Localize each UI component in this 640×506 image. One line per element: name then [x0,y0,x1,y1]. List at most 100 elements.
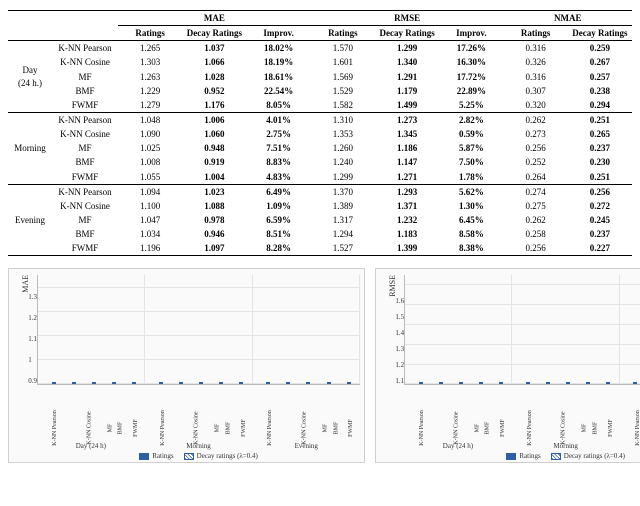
value-cell: 1.570 [311,41,375,56]
value-cell: 0.262 [504,213,568,227]
value-cell: 1.527 [311,241,375,256]
value-cell: 8.28% [247,241,311,256]
value-cell: 1.299 [375,41,439,56]
value-cell: 8.05% [247,98,311,113]
bar-pair [596,382,616,384]
value-cell: 1.345 [375,127,439,141]
value-cell: 2.75% [247,127,311,141]
bar-pair [556,382,576,384]
metric-group-header: RMSE [311,11,504,26]
y-tick: 1.2 [28,314,37,322]
bar-pair [488,382,508,384]
value-cell: 0.256 [568,184,632,199]
y-tick: 1.4 [395,329,404,337]
bar-decay-ratings [159,382,163,384]
value-cell: 7.51% [247,141,311,155]
x-tick-label: K-NN Pearson [409,411,435,447]
value-cell: 0.259 [568,41,632,56]
value-cell: 18.02% [247,41,311,56]
algorithm-label: K-NN Cosine [52,55,118,69]
value-cell: 1.186 [375,141,439,155]
value-cell: 1.09% [247,199,311,213]
value-cell: 8.83% [247,155,311,169]
bar-pair [623,382,640,384]
x-tick-label: FWMF [123,420,149,438]
bar-pair [276,382,296,384]
bar-decay-ratings [92,382,96,384]
value-cell: 1.004 [182,170,246,185]
bar-decay-ratings [132,382,136,384]
chart-legend: RatingsDecay ratings (λ=0.4) [382,450,640,460]
value-cell: 1.260 [311,141,375,155]
value-cell: 1.299 [311,170,375,185]
value-cell: 1.240 [311,155,375,169]
algorithm-label: BMF [52,155,118,169]
algorithm-label: MF [52,70,118,84]
value-cell: 0.59% [439,127,503,141]
algorithm-label: FWMF [52,98,118,113]
bar-decay-ratings [419,382,423,384]
value-cell: 0.256 [504,241,568,256]
bar-decay-ratings [219,382,223,384]
bar-decay-ratings [546,382,550,384]
y-axis-label: MAE [21,275,30,293]
value-cell: 0.919 [182,155,246,169]
legend-swatch-solid [139,453,149,460]
bar-pair [41,382,61,384]
value-cell: 1.196 [118,241,182,256]
value-cell: 1.183 [375,227,439,241]
value-cell: 8.58% [439,227,503,241]
bar-pair [229,382,249,384]
value-cell: 22.54% [247,84,311,98]
legend-label: Decay ratings (λ=0.4) [564,452,625,460]
value-cell: 1.100 [118,199,182,213]
sub-header: Ratings [504,26,568,41]
value-cell: 1.78% [439,170,503,185]
legend-swatch-hatch [184,453,194,460]
bar-pair [536,382,556,384]
value-cell: 1.293 [375,184,439,199]
value-cell: 16.30% [439,55,503,69]
value-cell: 1.265 [118,41,182,56]
value-cell: 1.529 [311,84,375,98]
value-cell: 0.267 [568,55,632,69]
value-cell: 1.090 [118,127,182,141]
algorithm-label: K-NN Pearson [52,112,118,127]
bar-pair [148,382,168,384]
value-cell: 1.147 [375,155,439,169]
value-cell: 1.273 [375,112,439,127]
value-cell: 0.237 [568,227,632,241]
algorithm-label: BMF [52,84,118,98]
bar-pair [121,382,141,384]
value-cell: 1.094 [118,184,182,199]
value-cell: 1.271 [375,170,439,185]
value-cell: 6.59% [247,213,311,227]
bar-decay-ratings [179,382,183,384]
value-cell: 0.264 [504,170,568,185]
algorithm-label: K-NN Cosine [52,127,118,141]
legend-label: Ratings [152,452,173,460]
algorithm-label: K-NN Pearson [52,41,118,56]
bar-pair [428,382,448,384]
value-cell: 1.499 [375,98,439,113]
value-cell: 1.006 [182,112,246,127]
bar-decay-ratings [439,382,443,384]
value-cell: 8.38% [439,241,503,256]
bar-pair [209,382,229,384]
value-cell: 0.256 [504,141,568,155]
value-cell: 1.317 [311,213,375,227]
sub-header: Ratings [118,26,182,41]
value-cell: 0.258 [504,227,568,241]
row-group-label: Day(24 h.) [8,41,52,113]
value-cell: 0.274 [504,184,568,199]
chart-mae: MAE1.31.21.110.9K-NN PearsonK-NN CosineM… [8,268,365,463]
results-table: MAERMSENMAERatingsDecay RatingsImprov.Ra… [8,10,632,256]
bar-decay-ratings [586,382,590,384]
value-cell: 4.01% [247,112,311,127]
sub-header: Ratings [311,26,375,41]
value-cell: 1.025 [118,141,182,155]
value-cell: 1.30% [439,199,503,213]
bar-pair [256,382,276,384]
y-tick: 1.3 [395,345,404,353]
value-cell: 0.316 [504,70,568,84]
